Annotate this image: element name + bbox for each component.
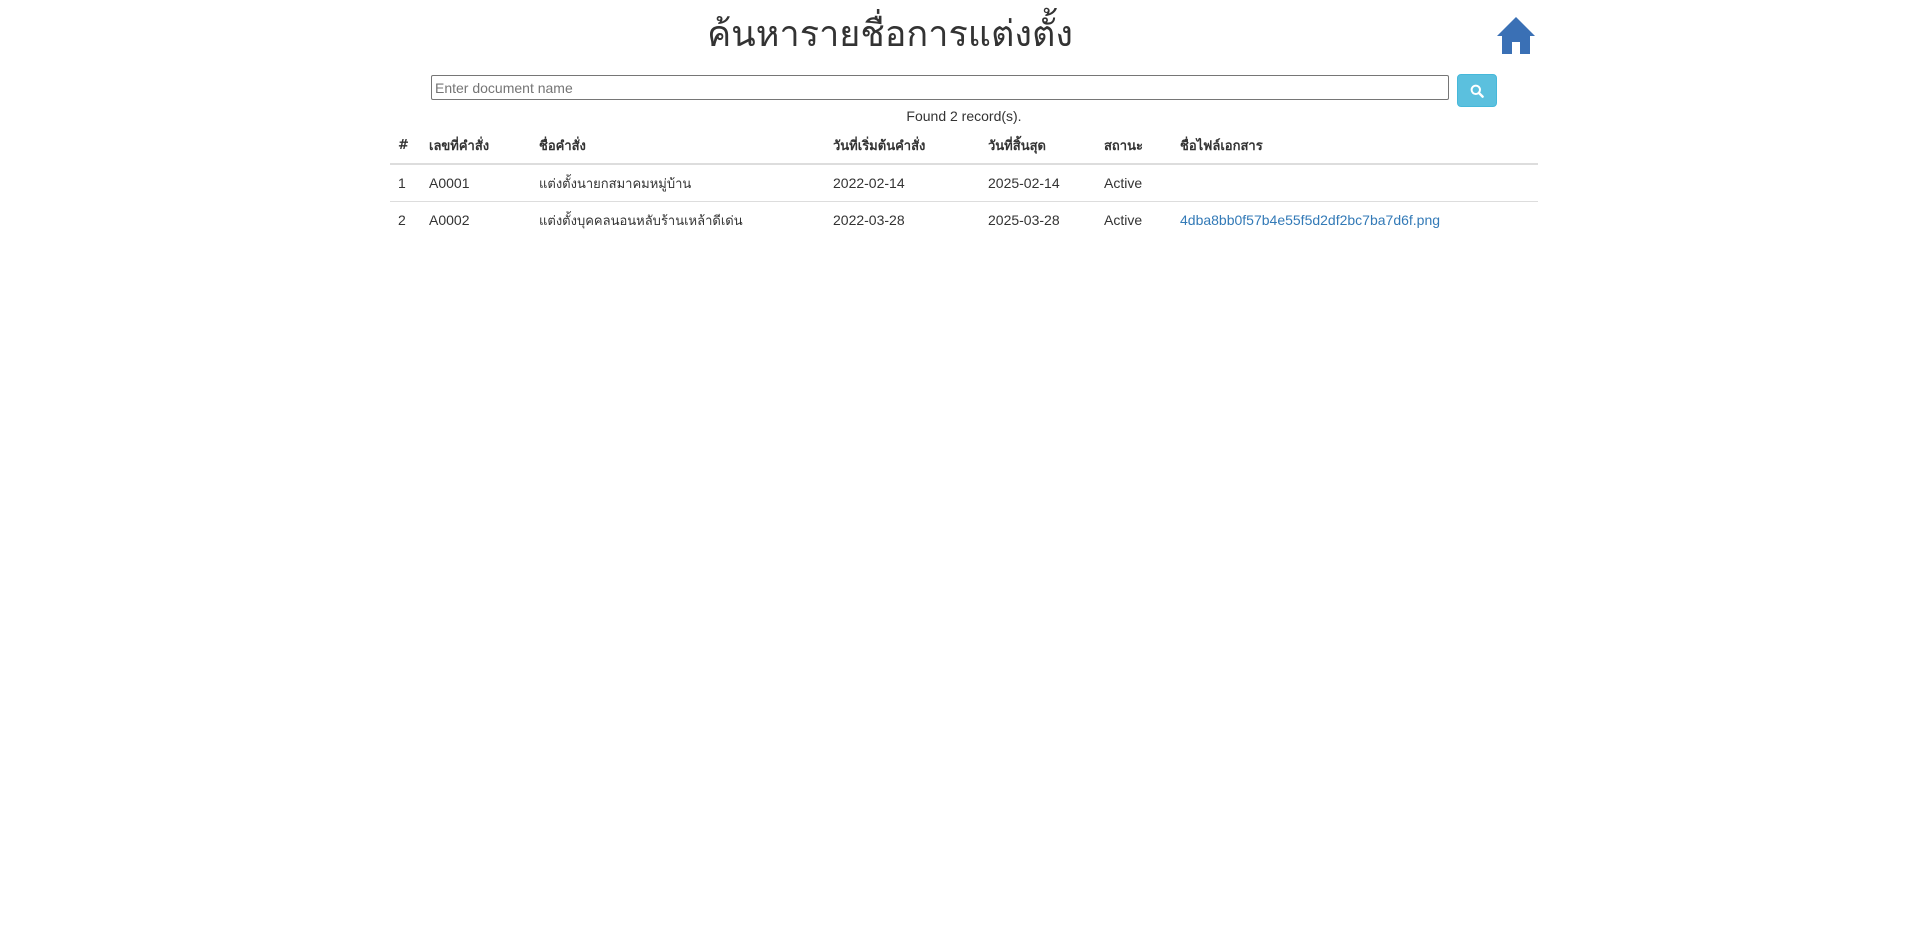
column-header-order-no: เลขที่คำสั่ง	[421, 128, 531, 165]
row-start-date: 2022-02-14	[825, 164, 980, 202]
table-header-row: # เลขที่คำสั่ง ชื่อคำสั่ง วันที่เริ่มต้น…	[390, 128, 1538, 165]
row-start-date: 2022-03-28	[833, 212, 905, 228]
row-index: 1	[390, 164, 421, 202]
search-button[interactable]	[1457, 74, 1497, 107]
column-header-start-date: วันที่เริ่มต้นคำสั่ง	[825, 128, 980, 165]
results-table: # เลขที่คำสั่ง ชื่อคำสั่ง วันที่เริ่มต้น…	[390, 128, 1538, 238]
home-icon	[1497, 17, 1535, 54]
row-end-date: 2025-03-28	[988, 212, 1060, 228]
search-input[interactable]	[431, 75, 1449, 100]
row-order-name: แต่งตั้งบุคคลนอนหลับร้านเหล้าดีเด่น	[539, 213, 743, 229]
file-link[interactable]: 4dba8bb0f57b4e55f5d2df2bc7ba7d6f.png	[1180, 212, 1440, 228]
row-file-name	[1172, 164, 1538, 202]
record-count: Found 2 record(s).	[906, 108, 1022, 124]
row-end-date: 2025-02-14	[980, 164, 1096, 202]
page: ค้นหารายชื่อการแต่งตั้ง Found 2 record(s…	[0, 0, 1920, 935]
row-file-name-cell: 4dba8bb0f57b4e55f5d2df2bc7ba7d6f.png	[1172, 202, 1538, 239]
column-header-index: #	[390, 128, 421, 165]
row-status: Active	[1104, 212, 1143, 228]
table-row: 1 A0001 แต่งตั้งนายกสมาคมหมู่บ้าน 2022-0…	[390, 164, 1538, 202]
column-header-status: สถานะ	[1096, 128, 1172, 165]
row-index: 2	[398, 212, 406, 228]
column-header-end-date: วันที่สิ้นสุด	[980, 128, 1096, 165]
row-order-name: แต่งตั้งนายกสมาคมหมู่บ้าน	[531, 164, 825, 202]
search-icon	[1470, 84, 1484, 98]
home-link[interactable]	[1496, 16, 1536, 56]
row-order-no: A0001	[421, 164, 531, 202]
column-header-file-name: ชื่อไฟล์เอกสาร	[1172, 128, 1538, 165]
table-row: 2 A0002 แต่งตั้งบุคคลนอนหลับร้านเหล้าดีเ…	[390, 202, 1538, 239]
page-title: ค้นหารายชื่อการแต่งตั้ง	[707, 13, 1073, 54]
column-header-order-name: ชื่อคำสั่ง	[531, 128, 825, 165]
row-order-no: A0002	[429, 212, 470, 228]
row-status: Active	[1096, 164, 1172, 202]
